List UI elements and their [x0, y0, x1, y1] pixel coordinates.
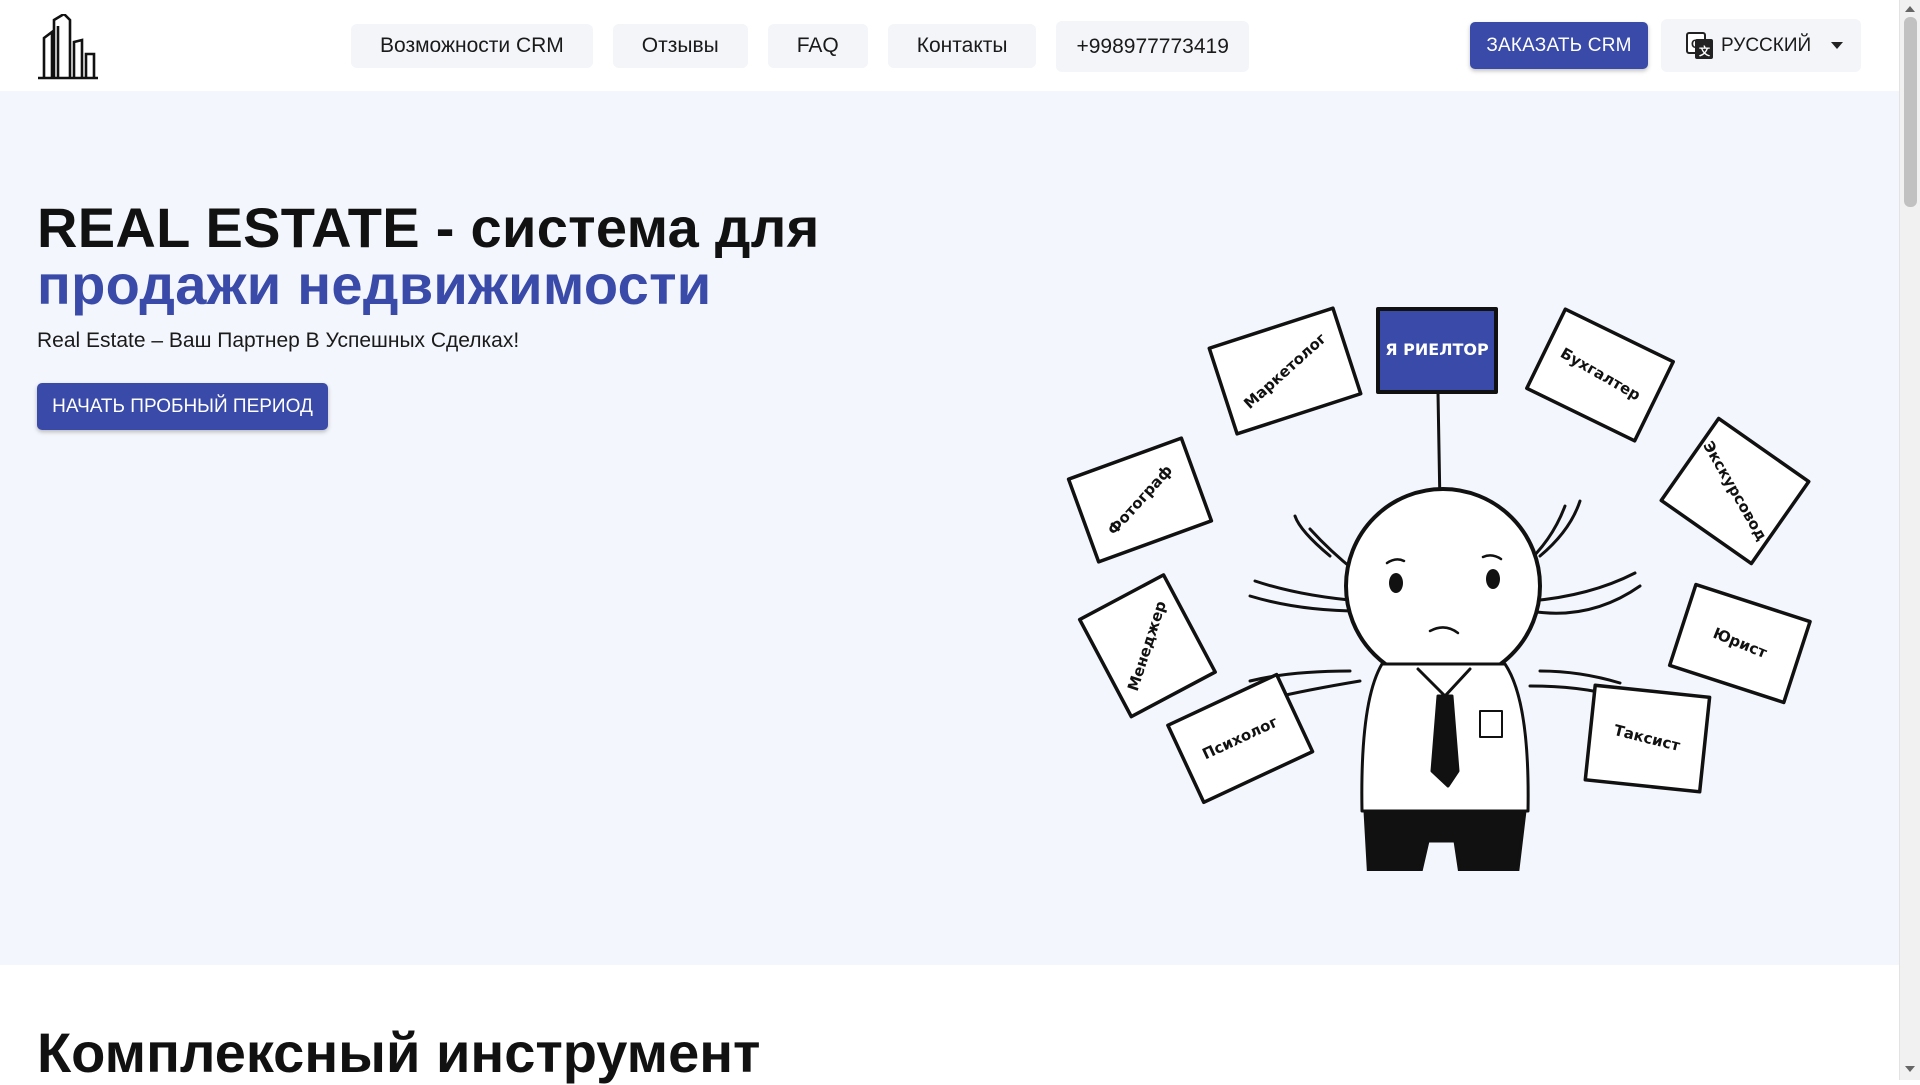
- nav-phone-link[interactable]: +998977773419: [1056, 21, 1249, 72]
- hero-title: REAL ESTATE - система для продажи недвиж…: [37, 199, 820, 313]
- hero-section: REAL ESTATE - система для продажи недвиж…: [0, 91, 1899, 965]
- language-selector[interactable]: G 文 РУССКИЙ: [1661, 19, 1861, 72]
- scroll-up-icon[interactable]: [1905, 6, 1915, 12]
- scroll-down-icon[interactable]: [1905, 1066, 1915, 1072]
- hero-subtitle: Real Estate – Ваш Партнер В Успешных Сде…: [37, 329, 520, 352]
- page-scrollbar[interactable]: [1899, 0, 1920, 1080]
- translate-icon: G 文: [1686, 31, 1713, 59]
- nav-item-faq[interactable]: FAQ: [767, 24, 868, 68]
- logo-icon[interactable]: [36, 14, 100, 80]
- chevron-down-icon: [1831, 42, 1844, 49]
- scrollbar-thumb[interactable]: [1904, 17, 1917, 207]
- order-crm-button[interactable]: ЗАКАЗАТЬ CRM: [1470, 22, 1648, 69]
- site-header: Возможности CRM Отзывы FAQ Контакты +998…: [0, 0, 1899, 91]
- hero-title-line2: продажи недвижимости: [37, 253, 712, 316]
- hero-title-line1: REAL ESTATE - система для: [37, 196, 820, 259]
- nav-item-contacts[interactable]: Контакты: [887, 24, 1037, 68]
- nav-item-features[interactable]: Возможности CRM: [351, 24, 593, 68]
- main-nav: Возможности CRM Отзывы FAQ Контакты +998…: [351, 21, 1249, 72]
- svg-text:文: 文: [1699, 44, 1711, 58]
- language-label: РУССКИЙ: [1721, 34, 1812, 56]
- section-title: Комплексный инструмент: [37, 1021, 761, 1084]
- start-trial-button[interactable]: НАЧАТЬ ПРОБНЫЙ ПЕРИОД: [37, 383, 328, 430]
- main-sign-label: Я РИЕЛТОР: [1385, 340, 1489, 359]
- nav-item-reviews[interactable]: Отзывы: [612, 24, 748, 68]
- realtor-illustration: Я РИЕЛТОР Маркетолог Бухгалтер Фотограф …: [1066, 306, 1812, 871]
